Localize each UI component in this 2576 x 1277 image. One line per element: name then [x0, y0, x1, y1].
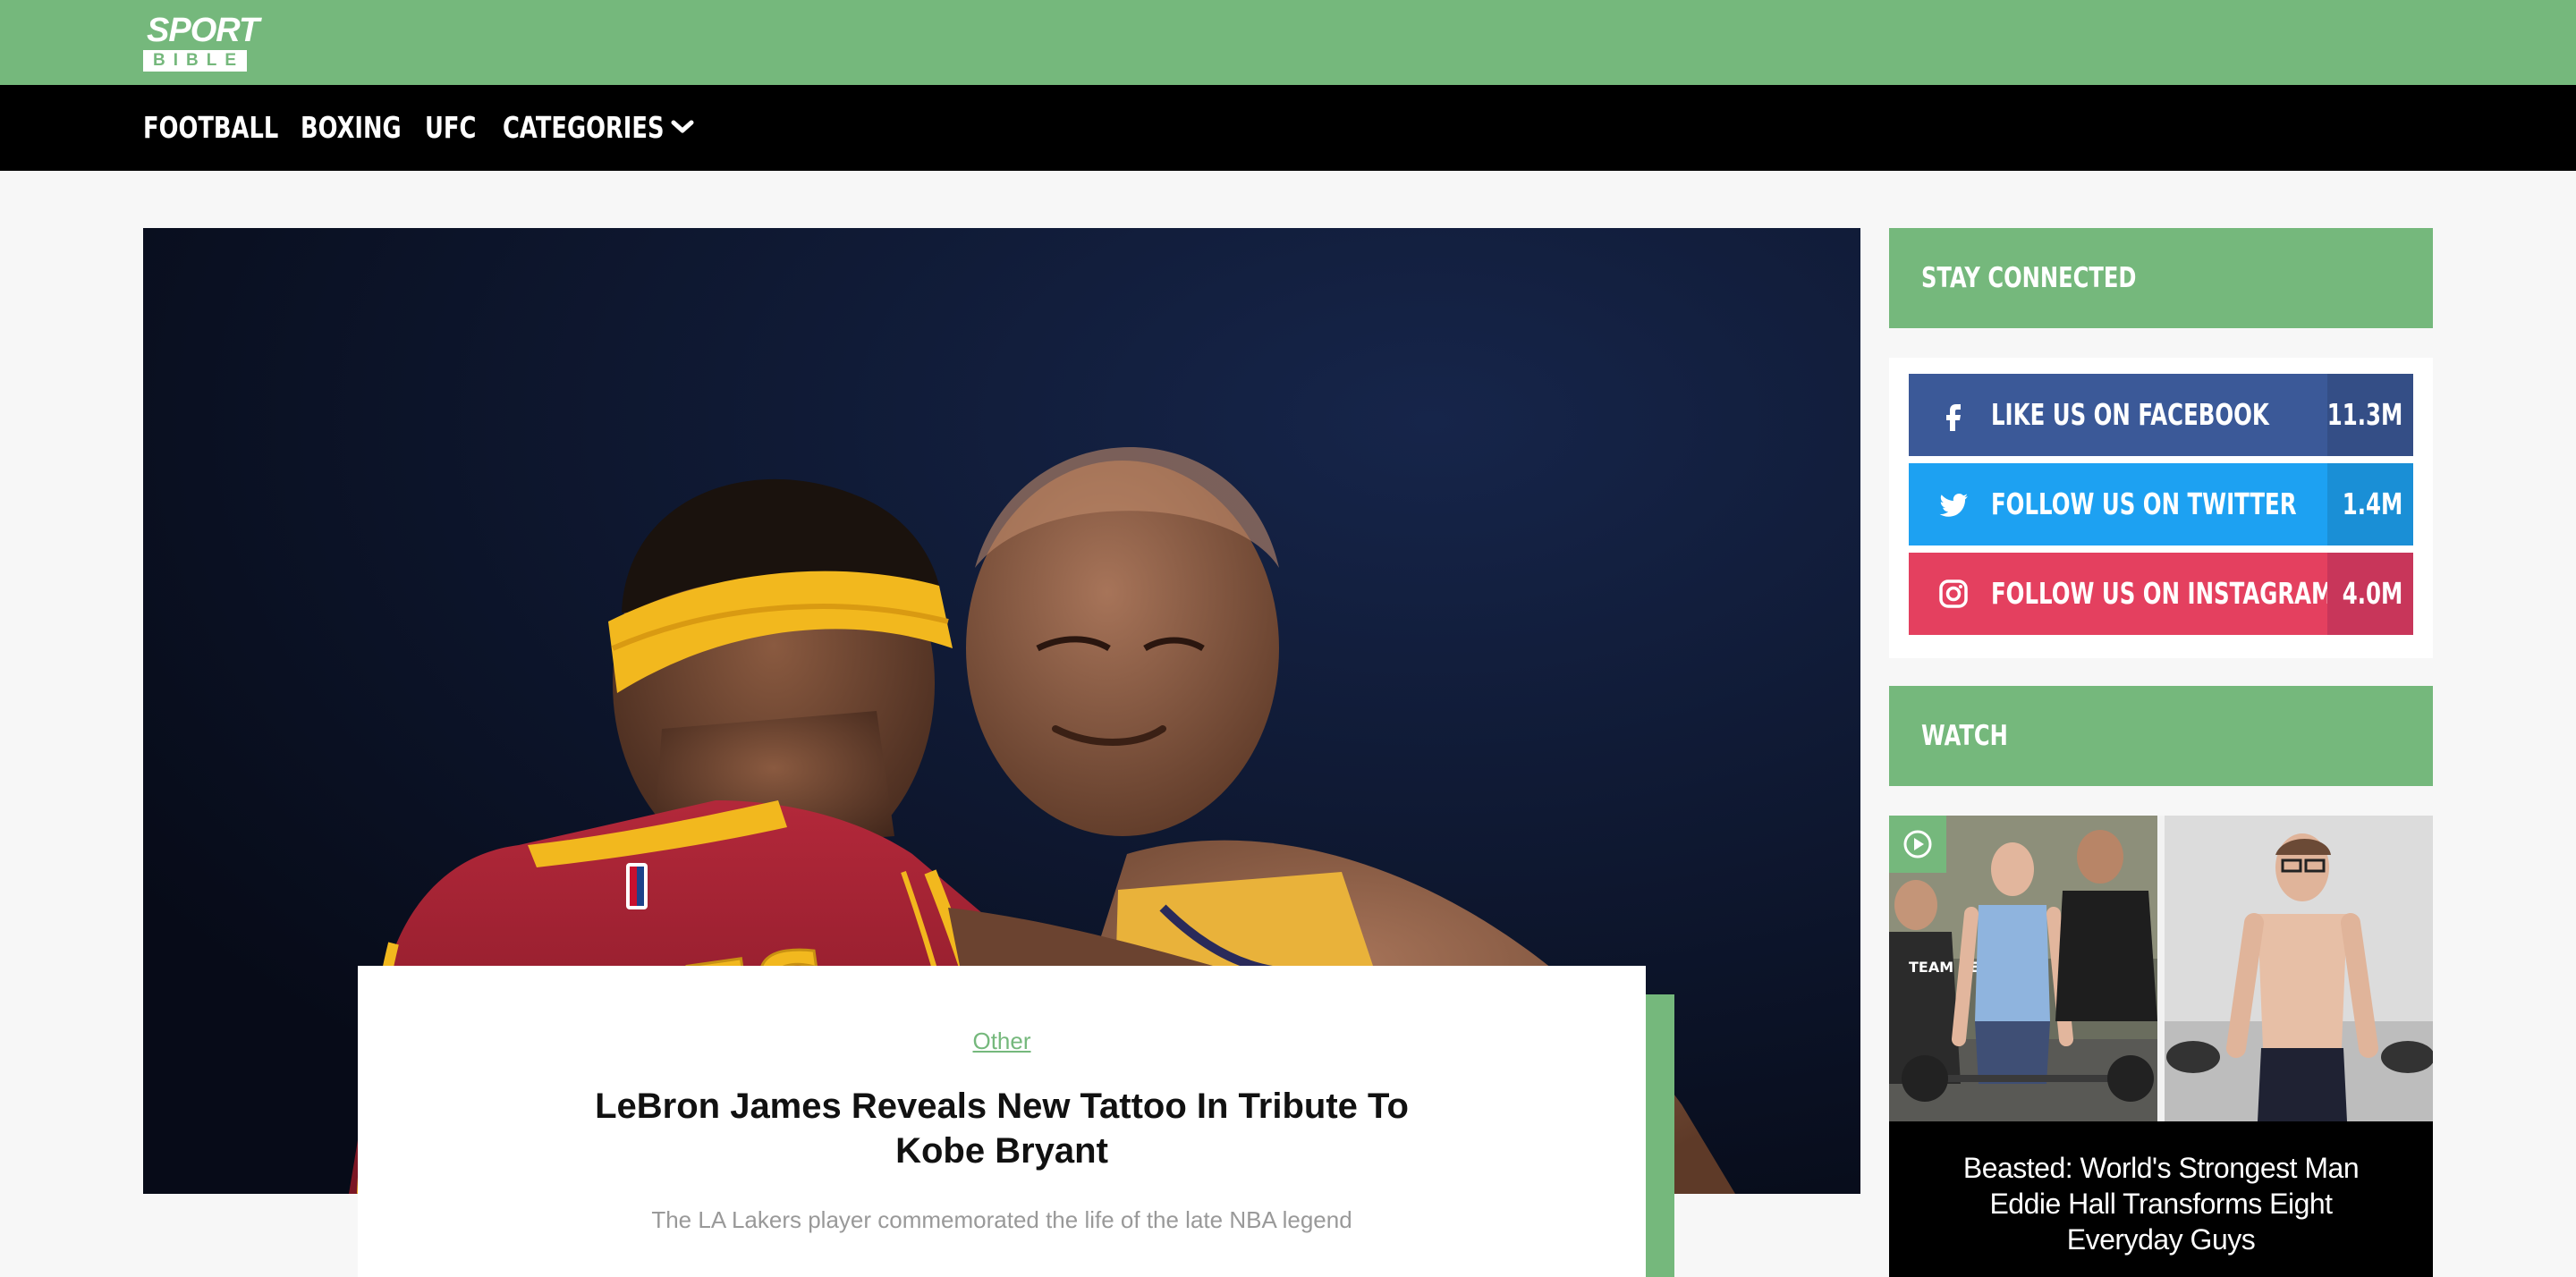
- facebook-count-box: 11.3M: [2326, 374, 2413, 456]
- sportbible-logo[interactable]: SPORT BIBLE: [143, 13, 259, 72]
- site-header: SPORT BIBLE: [0, 0, 2576, 85]
- twitter-count: 1.4M: [2342, 486, 2402, 521]
- nav-item-football[interactable]: FOOTBALL: [143, 110, 278, 146]
- nav-item-boxing[interactable]: BOXING: [301, 110, 402, 146]
- nav-item-categories[interactable]: CATEGORIES: [503, 110, 664, 146]
- twitter-follow-button[interactable]: FOLLOW US ON TWITTER 1.4M: [1909, 463, 2413, 545]
- watch-heading-text: WATCH: [1921, 720, 2008, 752]
- twitter-count-box: 1.4M: [2327, 463, 2413, 545]
- logo-wordmark-top: SPORT: [147, 12, 259, 49]
- instagram-icon: [1939, 579, 1968, 608]
- logo-wordmark-bottom: BIBLE: [143, 50, 247, 72]
- facebook-follow-button[interactable]: LIKE US ON FACEBOOK 11.3M: [1909, 374, 2413, 456]
- video-caption: Beasted: World's Strongest Man Eddie Hal…: [1889, 1121, 2433, 1277]
- instagram-count-box: 4.0M: [2327, 553, 2413, 635]
- article-category-link[interactable]: Other: [358, 1027, 1646, 1055]
- watch-heading: WATCH: [1889, 686, 2433, 786]
- twitter-label: FOLLOW US ON TWITTER: [1991, 486, 2297, 521]
- stay-connected-heading-text: STAY CONNECTED: [1921, 262, 2137, 294]
- watch-video-card[interactable]: TEAM BEAST: [1889, 816, 2433, 1277]
- social-links-panel: LIKE US ON FACEBOOK 11.3M FOLLOW US ON T…: [1889, 358, 2433, 658]
- nav-item-ufc[interactable]: UFC: [425, 110, 476, 146]
- stay-connected-heading: STAY CONNECTED: [1889, 228, 2433, 328]
- article-subtitle: The LA Lakers player commemorated the li…: [651, 1206, 1352, 1233]
- card-accent-bar: [1642, 994, 1674, 1277]
- facebook-label: LIKE US ON FACEBOOK: [1991, 397, 2269, 432]
- play-badge[interactable]: [1889, 816, 1946, 873]
- article-title[interactable]: LeBron James Reveals New Tattoo In Tribu…: [555, 1084, 1449, 1173]
- featured-article-card[interactable]: Other LeBron James Reveals New Tattoo In…: [358, 966, 1646, 1277]
- facebook-count: 11.3M: [2326, 397, 2402, 432]
- facebook-icon: [1946, 404, 1961, 431]
- twitter-icon: [1939, 494, 1968, 517]
- video-title[interactable]: Beasted: World's Strongest Man Eddie Hal…: [1961, 1150, 2361, 1257]
- main-nav: FOOTBALL BOXING UFC CATEGORIES: [0, 85, 2576, 171]
- video-thumbnail[interactable]: TEAM BEAST: [1889, 816, 2433, 1121]
- play-icon: [1903, 830, 1932, 858]
- instagram-count: 4.0M: [2342, 576, 2402, 611]
- instagram-follow-button[interactable]: FOLLOW US ON INSTAGRAM 4.0M: [1909, 553, 2413, 635]
- instagram-label: FOLLOW US ON INSTAGRAM: [1991, 576, 2334, 611]
- chevron-down-icon[interactable]: [671, 120, 694, 134]
